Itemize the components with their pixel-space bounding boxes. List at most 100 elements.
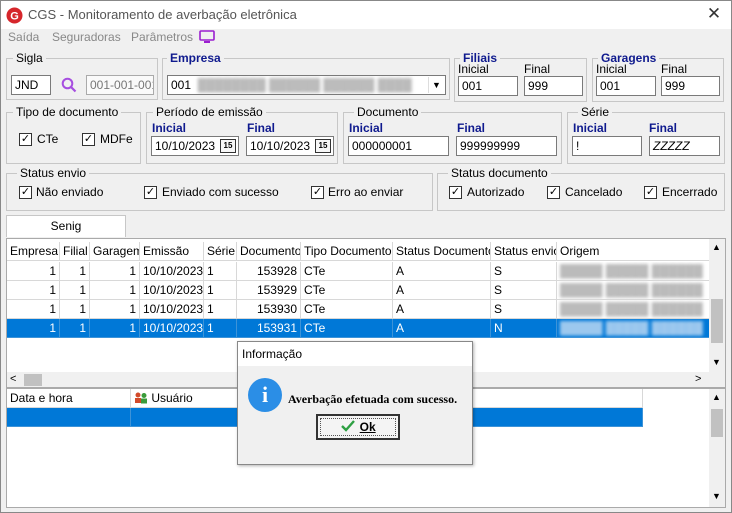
table-cell: A bbox=[393, 300, 491, 319]
serie-inicial-input[interactable]: ! bbox=[572, 136, 642, 156]
table-cell bbox=[7, 408, 131, 427]
dialog-message: Averbação efetuada com sucesso. bbox=[288, 392, 458, 406]
sigla-input[interactable]: JND bbox=[11, 75, 51, 95]
column-header[interactable]: Tipo Documento bbox=[301, 242, 393, 261]
table-cell: 1 bbox=[204, 300, 237, 319]
table-cell: 1 bbox=[60, 319, 90, 338]
filiais-inicial-input[interactable]: 001 bbox=[458, 76, 518, 96]
encerrado-label: Encerrado bbox=[662, 185, 718, 199]
periodo-inicial-label: Inicial bbox=[152, 121, 187, 135]
table-cell: S bbox=[491, 300, 557, 319]
erro-enviar-checkbox[interactable]: ✓ bbox=[311, 186, 324, 199]
documento-final-input[interactable]: 999999999 bbox=[456, 136, 557, 156]
scroll-down-icon[interactable]: ▼ bbox=[712, 357, 721, 367]
column-header[interactable]: Data e hora bbox=[7, 389, 131, 408]
empresa-select[interactable]: 001 ████████ ██████ ██████ ████ ▼ bbox=[167, 75, 446, 95]
table-row[interactable]: 1 1 1 10/10/2023 1 153930 CTe A S █████ … bbox=[7, 300, 711, 319]
status-documento-legend: Status documento bbox=[448, 166, 551, 180]
menu-seguradoras[interactable]: Seguradoras bbox=[52, 30, 121, 44]
table-cell: 1 bbox=[90, 262, 140, 281]
nao-enviado-checkbox[interactable]: ✓ bbox=[19, 186, 32, 199]
column-header[interactable]: Filial bbox=[60, 242, 90, 261]
empresa-group: Empresa 001 ████████ ██████ ██████ ████ … bbox=[162, 51, 450, 100]
filiais-group: Filiais Inicial Final 001 999 bbox=[454, 51, 587, 102]
menu-parametros[interactable]: Parâmetros bbox=[131, 30, 193, 44]
table-row-selected[interactable]: 1 1 1 10/10/2023 1 153931 CTe A N █████ … bbox=[7, 319, 711, 338]
menu-saida[interactable]: Saída bbox=[8, 30, 39, 44]
table-cell: 1 bbox=[204, 281, 237, 300]
scroll-up-icon[interactable]: ▲ bbox=[712, 392, 721, 402]
cancelado-checkbox[interactable]: ✓ bbox=[547, 186, 560, 199]
filiais-final-input[interactable]: 999 bbox=[524, 76, 583, 96]
documento-inicial-input[interactable]: 000000001 bbox=[348, 136, 449, 156]
periodo-inicial-input[interactable]: 10/10/2023 15 bbox=[151, 136, 239, 156]
column-header[interactable]: Documento bbox=[237, 242, 301, 261]
scrollbar-thumb[interactable] bbox=[711, 409, 723, 437]
tab-senig[interactable]: Senig bbox=[6, 215, 126, 237]
sigla-legend: Sigla bbox=[13, 51, 46, 65]
mdfe-checkbox[interactable]: ✓ bbox=[82, 133, 95, 146]
scroll-left-icon[interactable]: < bbox=[10, 373, 16, 385]
calendar-icon[interactable]: 15 bbox=[315, 139, 331, 153]
cte-checkbox[interactable]: ✓ bbox=[19, 133, 32, 146]
garagens-final-input[interactable]: 999 bbox=[661, 76, 720, 96]
menu-bar: Saída Seguradoras Parâmetros bbox=[1, 29, 731, 47]
scroll-down-icon[interactable]: ▼ bbox=[712, 491, 721, 501]
periodo-final-value: 10/10/2023 bbox=[250, 139, 311, 153]
documento-group: Documento Inicial Final 000000001 999999… bbox=[343, 105, 562, 164]
table-cell: CTe bbox=[301, 262, 393, 281]
garagens-inicial-input[interactable]: 001 bbox=[596, 76, 656, 96]
svg-text:G: G bbox=[10, 11, 19, 23]
status-envio-legend: Status envio bbox=[17, 166, 90, 180]
table-cell: A bbox=[393, 262, 491, 281]
encerrado-checkbox[interactable]: ✓ bbox=[644, 186, 657, 199]
table-row[interactable]: 1 1 1 10/10/2023 1 153929 CTe A S █████ … bbox=[7, 281, 711, 300]
mdfe-label: MDFe bbox=[100, 132, 133, 146]
table-cell: 10/10/2023 bbox=[140, 319, 204, 338]
table-cell-origem-redacted: █████ █████ ██████ bbox=[557, 281, 711, 300]
vertical-scrollbar[interactable]: ▲ ▼ bbox=[709, 239, 725, 372]
log-vertical-scrollbar[interactable]: ▲ ▼ bbox=[709, 389, 725, 507]
close-icon[interactable]: ✕ bbox=[705, 4, 723, 24]
scrollbar-thumb[interactable] bbox=[24, 374, 42, 386]
tipo-documento-group: Tipo de documento ✓ CTe ✓ MDFe bbox=[6, 105, 141, 164]
column-header[interactable]: Status Documento bbox=[393, 242, 491, 261]
filiais-inicial-label: Inicial bbox=[458, 62, 489, 76]
scrollbar-thumb[interactable] bbox=[711, 299, 723, 343]
table-row[interactable]: 1 1 1 10/10/2023 1 153928 CTe A S █████ … bbox=[7, 262, 711, 281]
window-title: CGS - Monitoramento de averbação eletrôn… bbox=[28, 7, 297, 22]
serie-group: Série Inicial Final ! ZZZZZ bbox=[567, 105, 725, 164]
scroll-right-icon[interactable]: > bbox=[695, 373, 701, 385]
autorizado-checkbox[interactable]: ✓ bbox=[449, 186, 462, 199]
column-header[interactable]: Emissão bbox=[140, 242, 204, 261]
calendar-icon[interactable]: 15 bbox=[220, 139, 236, 153]
app-logo-icon: G bbox=[6, 7, 23, 24]
table-cell: 1 bbox=[90, 281, 140, 300]
enviado-sucesso-checkbox[interactable]: ✓ bbox=[144, 186, 157, 199]
cte-label: CTe bbox=[37, 132, 59, 146]
column-header[interactable]: Garagem bbox=[90, 242, 140, 261]
serie-final-label: Final bbox=[649, 121, 678, 135]
periodo-final-input[interactable]: 10/10/2023 15 bbox=[246, 136, 334, 156]
column-header[interactable]: Origem bbox=[557, 242, 711, 261]
serie-final-input[interactable]: ZZZZZ bbox=[649, 136, 720, 156]
autorizado-label: Autorizado bbox=[467, 185, 525, 199]
chevron-down-icon[interactable]: ▼ bbox=[428, 77, 444, 93]
title-bar: G CGS - Monitoramento de averbação eletr… bbox=[1, 1, 731, 29]
documento-final-label: Final bbox=[457, 121, 486, 135]
column-header[interactable]: Série bbox=[204, 242, 237, 261]
users-icon bbox=[135, 392, 147, 404]
ok-button[interactable]: Ok bbox=[316, 414, 400, 440]
table-cell: S bbox=[491, 281, 557, 300]
documento-inicial-label: Inicial bbox=[349, 121, 384, 135]
table-cell: 1 bbox=[60, 281, 90, 300]
garagens-final-label: Final bbox=[661, 62, 688, 76]
erro-enviar-label: Erro ao enviar bbox=[328, 185, 404, 199]
search-icon[interactable] bbox=[61, 77, 77, 93]
sigla-code-field: 001-001-001 bbox=[86, 75, 154, 95]
column-header[interactable]: Status envio bbox=[491, 242, 557, 261]
scroll-up-icon[interactable]: ▲ bbox=[712, 242, 721, 252]
nao-enviado-label: Não enviado bbox=[36, 185, 104, 199]
column-header[interactable]: Empresa bbox=[7, 242, 60, 261]
monitor-icon[interactable] bbox=[199, 30, 215, 44]
